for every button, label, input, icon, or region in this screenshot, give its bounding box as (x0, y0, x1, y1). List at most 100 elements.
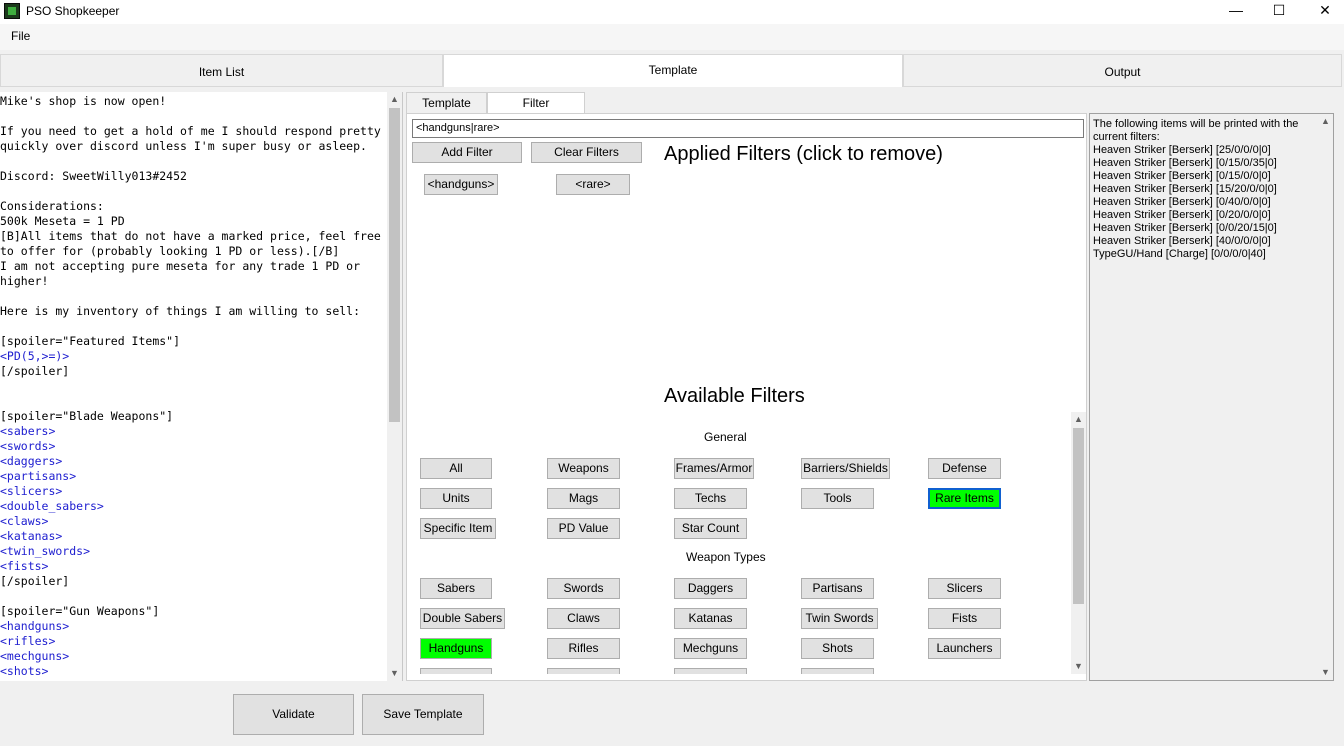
template-line (0, 319, 388, 334)
template-line: <fists> (0, 559, 49, 573)
maximize-button[interactable]: ☐ (1256, 0, 1302, 22)
validate-button[interactable]: Validate (233, 694, 354, 735)
template-line: <partisans> (0, 469, 77, 483)
tab-filter-construction[interactable]: Filter Construction (487, 92, 585, 130)
applied-filter-handguns[interactable]: <handguns> (424, 174, 498, 195)
filter-weapons[interactable]: Weapons (547, 458, 620, 479)
filter-techs[interactable]: Techs (674, 488, 747, 509)
template-line: Mike's shop is now open! (0, 94, 167, 108)
filter-partial-row[interactable] (674, 668, 747, 674)
template-line: [/spoiler] (0, 364, 70, 378)
template-line: <twin_swords> (0, 544, 91, 558)
menu-file[interactable]: File (11, 29, 30, 43)
filter-tools[interactable]: Tools (801, 488, 874, 509)
filter-all[interactable]: All (420, 458, 492, 479)
filter-defense[interactable]: Defense (928, 458, 1001, 479)
filter-partisans[interactable]: Partisans (801, 578, 874, 599)
scroll-down-icon[interactable]: ▼ (1071, 659, 1086, 674)
template-line (0, 184, 388, 199)
filter-construction-pane: <handguns|rare> Add Filter Clear Filters… (406, 113, 1087, 681)
tab-template-hints[interactable]: Template Hints (406, 92, 487, 130)
filter-partial-row[interactable] (420, 668, 492, 674)
template-line: <double_sabers> (0, 499, 104, 513)
template-line: quickly over discord unless I'm super bu… (0, 139, 367, 153)
filter-barriers-shields[interactable]: Barriers/Shields (801, 458, 890, 479)
filter-sabers[interactable]: Sabers (420, 578, 492, 599)
filter-katanas[interactable]: Katanas (674, 608, 747, 629)
filter-mags[interactable]: Mags (547, 488, 620, 509)
template-line: <mechguns> (0, 649, 70, 663)
filter-fists[interactable]: Fists (928, 608, 1001, 629)
preview-intro: The following items will be printed with… (1093, 118, 1299, 143)
scroll-up-icon[interactable]: ▲ (1071, 412, 1086, 427)
add-filter-button[interactable]: Add Filter (412, 142, 522, 163)
filter-twin-swords[interactable]: Twin Swords (801, 608, 878, 629)
filter-partial-row[interactable] (547, 668, 620, 674)
filter-frames-armor[interactable]: Frames/Armor (674, 458, 754, 479)
filter-launchers[interactable]: Launchers (928, 638, 1001, 659)
scroll-thumb[interactable] (1073, 428, 1084, 604)
filter-specific-item[interactable]: Specific Item (420, 518, 496, 539)
scroll-up-icon[interactable]: ▲ (1318, 114, 1333, 129)
minimize-button[interactable]: — (1213, 0, 1259, 22)
template-line (0, 589, 388, 604)
template-line: <PD(5,>=)> (0, 349, 70, 363)
template-line: [spoiler="Gun Weapons"] (0, 604, 160, 618)
inner-tabs: Template Hints Filter Construction (406, 92, 1086, 130)
filter-star-count[interactable]: Star Count (674, 518, 747, 539)
template-line: <sabers> (0, 424, 56, 438)
app-icon (4, 3, 20, 19)
general-label: General (704, 430, 747, 444)
filter-handguns[interactable]: Handguns (420, 638, 492, 659)
template-line: higher! (0, 274, 49, 288)
scroll-thumb[interactable] (389, 108, 400, 422)
filter-input[interactable]: <handguns|rare> (412, 119, 1084, 138)
template-editor[interactable]: Mike's shop is now open! If you need to g… (0, 92, 403, 681)
template-line (0, 394, 388, 409)
template-text[interactable]: Mike's shop is now open! If you need to g… (0, 94, 388, 679)
available-filters-area: General All Weapons Frames/Armor Barrier… (407, 409, 1088, 674)
template-line: <rifles> (0, 634, 56, 648)
title-bar: PSO Shopkeeper — ☐ ✕ (0, 0, 1344, 24)
template-line: <shots> (0, 664, 49, 678)
template-line (0, 289, 388, 304)
tab-item-list[interactable]: Item List (0, 54, 443, 87)
preview-item: TypeGU/Hand [Charge] [0/0/0/0|40] (1093, 248, 1266, 260)
template-scrollbar[interactable]: ▲ ▼ (387, 92, 402, 681)
main-tabs: Item List Template Output (0, 54, 1344, 87)
scroll-down-icon[interactable]: ▼ (1318, 665, 1333, 680)
save-template-button[interactable]: Save Template (362, 694, 484, 735)
filter-daggers[interactable]: Daggers (674, 578, 747, 599)
filter-pd-value[interactable]: PD Value (547, 518, 620, 539)
preview-item: Heaven Striker [Berserk] [0/0/20/15|0] (1093, 222, 1277, 234)
scroll-up-icon[interactable]: ▲ (387, 92, 402, 107)
preview-text: The following items will be printed with… (1093, 118, 1315, 261)
preview-item: Heaven Striker [Berserk] [25/0/0/0|0] (1093, 144, 1271, 156)
close-button[interactable]: ✕ (1302, 0, 1344, 22)
tab-output[interactable]: Output (903, 54, 1342, 87)
filters-scrollbar[interactable]: ▲ ▼ (1071, 412, 1086, 674)
preview-item: Heaven Striker [Berserk] [15/20/0/0|0] (1093, 183, 1277, 195)
preview-scrollbar[interactable]: ▲ ▼ (1318, 114, 1333, 680)
menu-bar: File (0, 24, 1344, 50)
window-title: PSO Shopkeeper (26, 4, 120, 18)
filter-claws[interactable]: Claws (547, 608, 620, 629)
filter-slicers[interactable]: Slicers (928, 578, 1001, 599)
template-line: Here is my inventory of things I am will… (0, 304, 361, 318)
tab-template[interactable]: Template (443, 54, 903, 87)
filter-mechguns[interactable]: Mechguns (674, 638, 747, 659)
scroll-down-icon[interactable]: ▼ (387, 666, 402, 681)
template-line: <swords> (0, 439, 56, 453)
filter-double-sabers[interactable]: Double Sabers (420, 608, 505, 629)
template-line: I am not accepting pure meseta for any t… (0, 259, 361, 273)
filter-units[interactable]: Units (420, 488, 492, 509)
applied-filter-rare[interactable]: <rare> (556, 174, 630, 195)
filter-rare-items[interactable]: Rare Items (928, 488, 1001, 509)
template-line: [B]All items that do not have a marked p… (0, 229, 381, 243)
clear-filters-button[interactable]: Clear Filters (531, 142, 642, 163)
filter-shots[interactable]: Shots (801, 638, 874, 659)
filter-swords[interactable]: Swords (547, 578, 620, 599)
filter-preview-pane: The following items will be printed with… (1089, 113, 1334, 681)
filter-rifles[interactable]: Rifles (547, 638, 620, 659)
filter-partial-row[interactable] (801, 668, 874, 674)
